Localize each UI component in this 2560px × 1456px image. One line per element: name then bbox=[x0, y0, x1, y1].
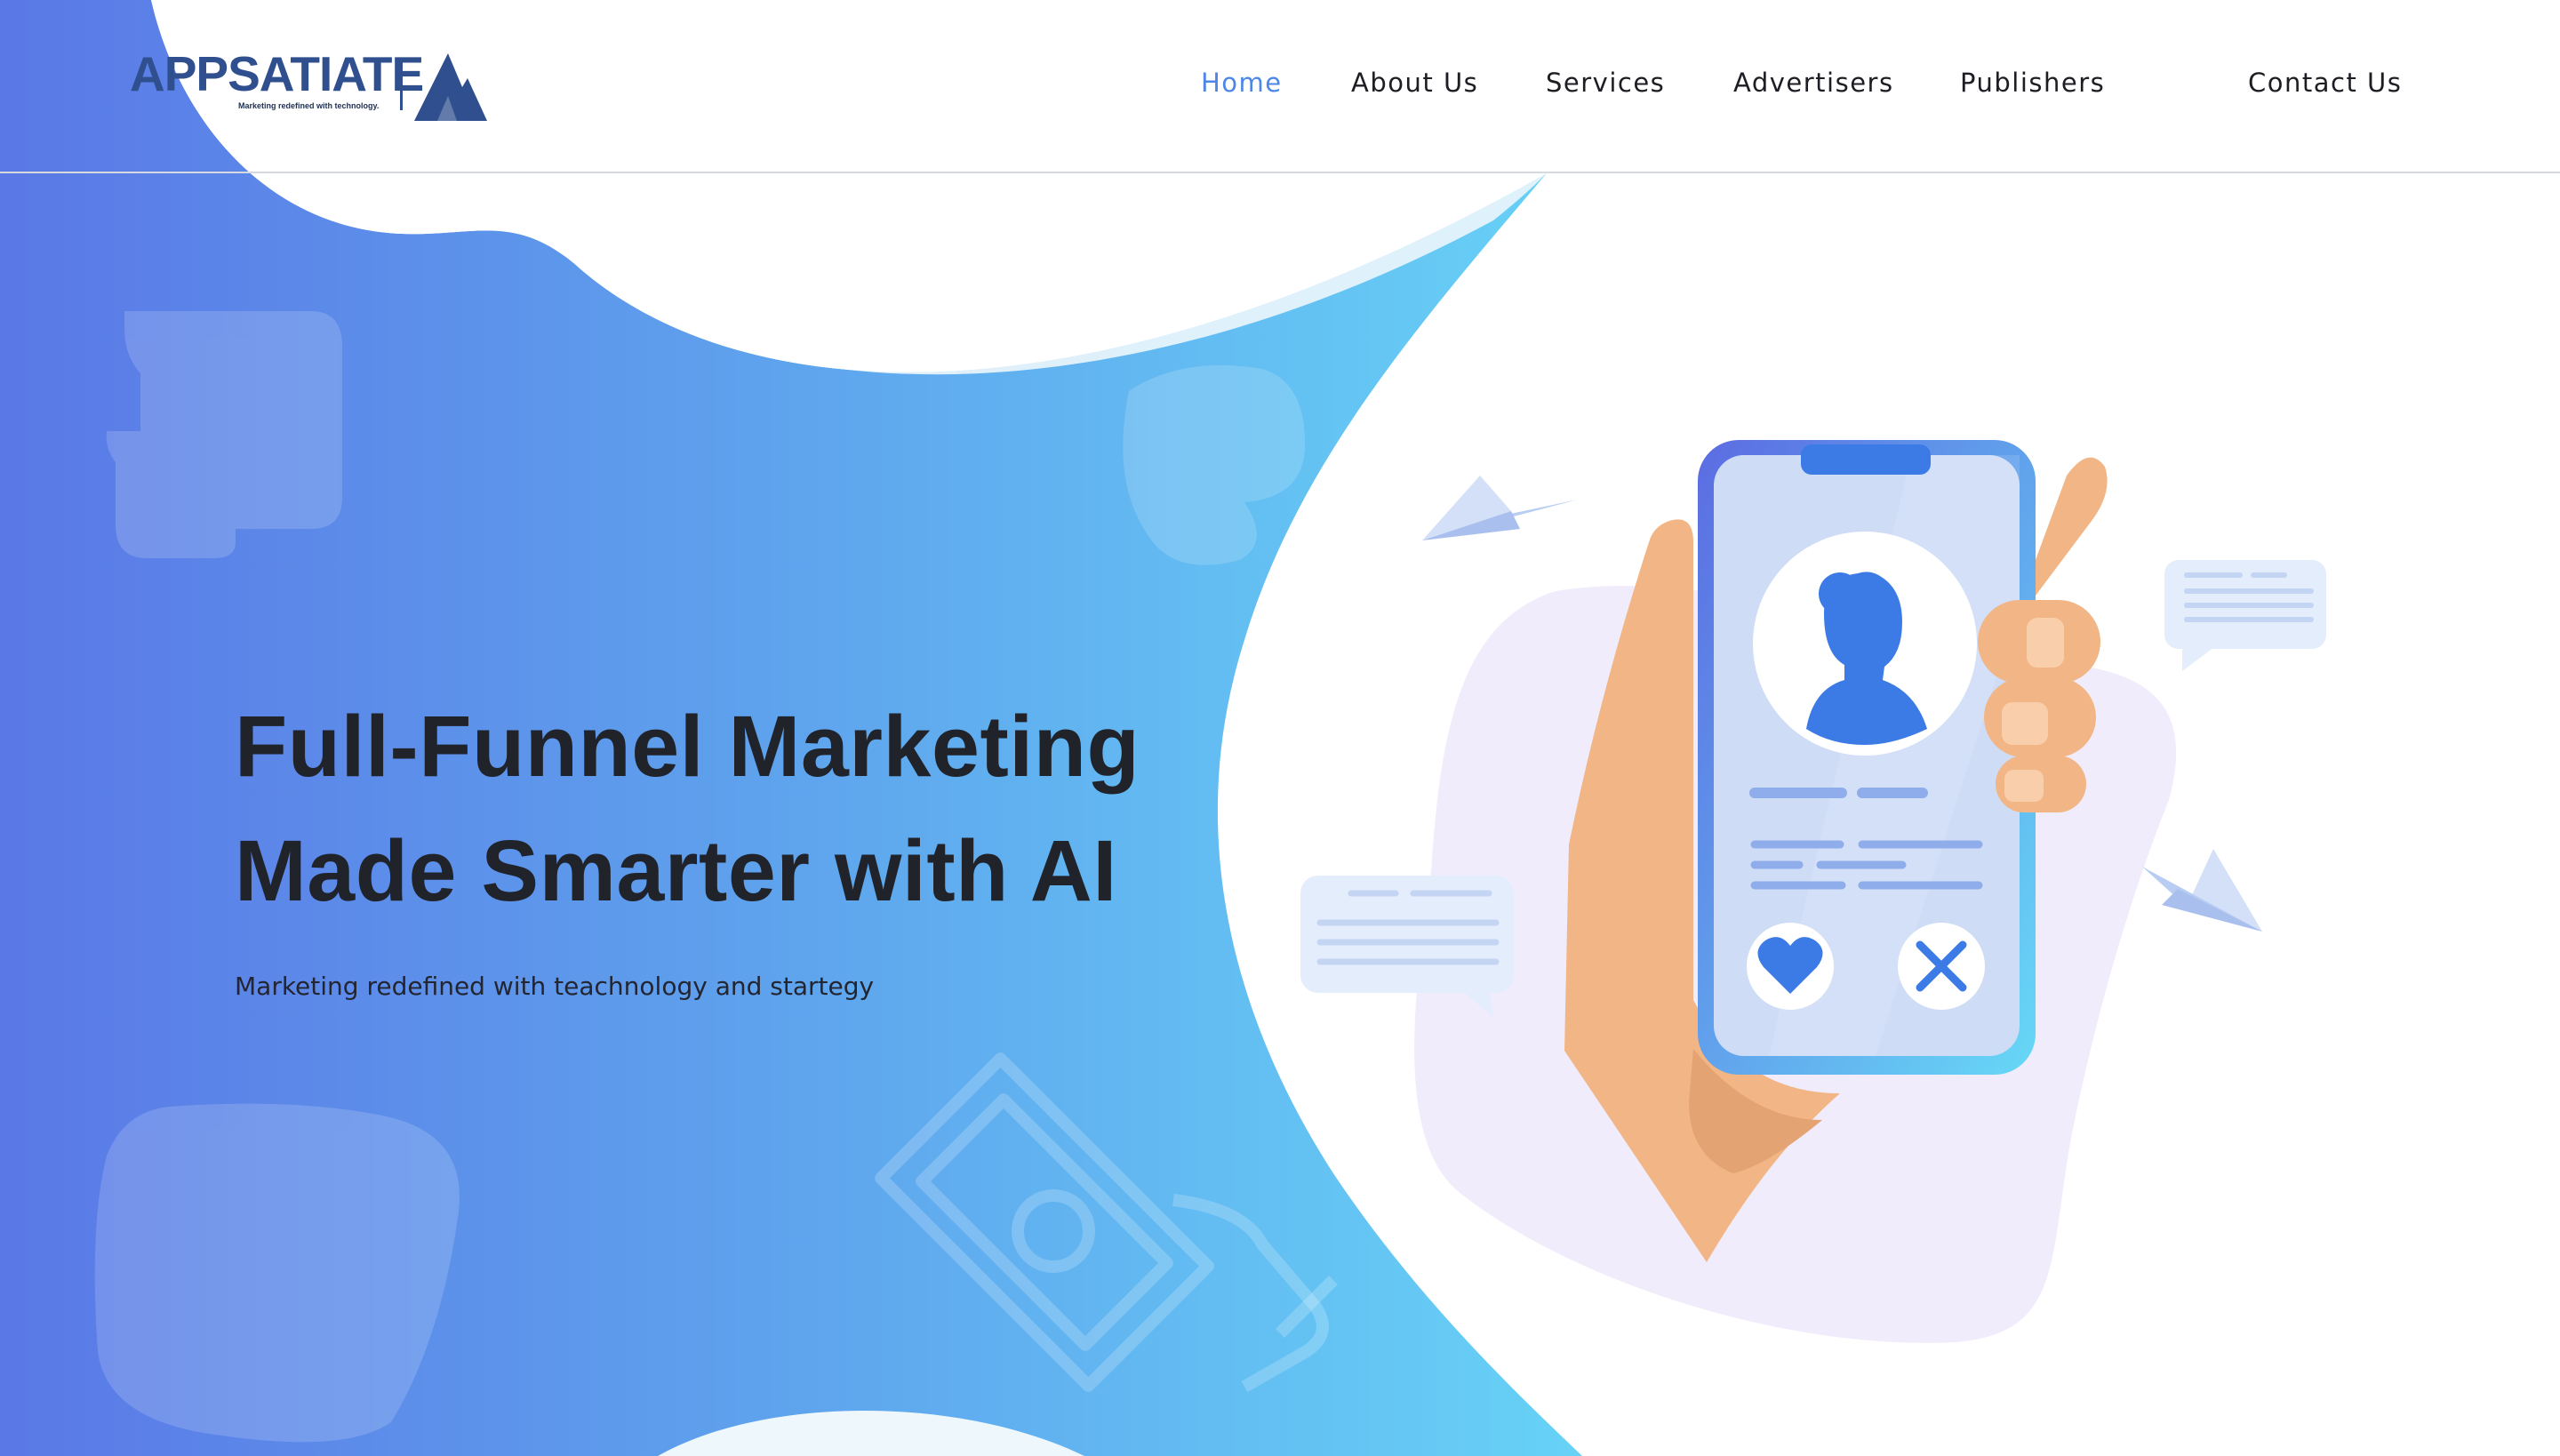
fingers bbox=[1978, 600, 2100, 812]
nav-about-us[interactable]: About Us bbox=[1351, 68, 1478, 103]
hero-subtitle: Marketing redefined with teachnology and… bbox=[235, 972, 875, 1001]
heart-icon bbox=[1747, 923, 1834, 1010]
logo-divider bbox=[400, 59, 403, 110]
close-icon bbox=[1898, 923, 1985, 1010]
nav-home[interactable]: Home bbox=[1201, 68, 1283, 103]
logo-tagline: Marketing redefined with technology. bbox=[238, 101, 380, 110]
user-avatar-icon bbox=[1753, 532, 1977, 756]
nav-publishers[interactable]: Publishers bbox=[1960, 68, 2105, 103]
thumb bbox=[2036, 457, 2108, 596]
logo-wordmark: APPSATIATE bbox=[130, 46, 424, 101]
brand-logo[interactable]: APPSATIATE Marketing redefined with tech… bbox=[124, 43, 498, 132]
site-header: APPSATIATE Marketing redefined with tech… bbox=[0, 0, 2560, 173]
mountain-logo-icon bbox=[414, 53, 487, 121]
nav-advertisers[interactable]: Advertisers bbox=[1733, 68, 1894, 103]
nav-contact-us[interactable]: Contact Us bbox=[2248, 68, 2402, 103]
nav-services[interactable]: Services bbox=[1546, 68, 1665, 103]
chat-bubble-icon bbox=[2164, 560, 2326, 671]
hero-heading-line-1: Full-Funnel Marketing bbox=[235, 698, 1140, 795]
hero-heading: Full-Funnel Marketing Made Smarter with … bbox=[235, 684, 1212, 933]
hero-heading-line-2: Made Smarter with AI bbox=[235, 822, 1117, 919]
page: APPSATIATE Marketing redefined with tech… bbox=[0, 0, 2560, 1456]
paper-plane-icon bbox=[2142, 849, 2262, 932]
chat-bubble-icon bbox=[1300, 876, 1514, 1018]
paper-plane-icon bbox=[1422, 476, 1578, 540]
phone-notch bbox=[1801, 444, 1931, 475]
